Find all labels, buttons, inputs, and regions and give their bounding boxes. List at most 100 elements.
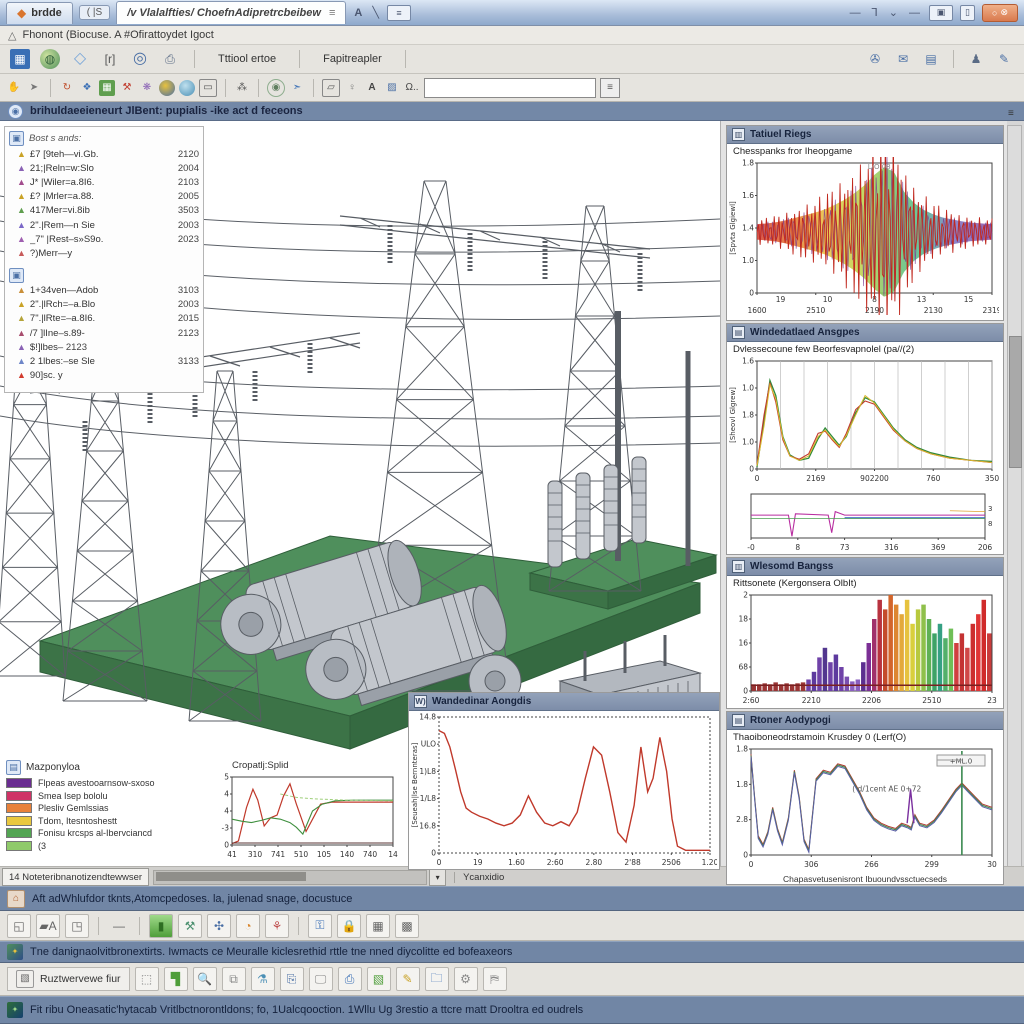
globe-icon[interactable]: ◍ bbox=[40, 49, 60, 69]
monitor-icon[interactable]: ▭ bbox=[199, 79, 217, 97]
sphere-icon[interactable] bbox=[179, 80, 195, 96]
wrench-icon[interactable]: ⚒ bbox=[178, 914, 202, 938]
edit-note-icon[interactable]: ✎ bbox=[396, 967, 420, 991]
minimize2-button[interactable]: — bbox=[907, 7, 922, 19]
map-icon[interactable]: ▧ bbox=[367, 967, 391, 991]
tree-item[interactable]: ▲ $!]lbes– 2123 bbox=[7, 340, 201, 354]
text-icon[interactable]: A bbox=[364, 80, 380, 96]
tree-item[interactable]: ▲ J* |Wiler=a.8I6. 2103 bbox=[7, 175, 201, 189]
panel-histogram-header[interactable]: ▥ Wlesomd Bangss bbox=[727, 558, 1003, 576]
tree-item[interactable]: ▲ /7 ]lIne–s.89- 2123 bbox=[7, 326, 201, 340]
minus-icon[interactable]: — bbox=[108, 915, 130, 937]
bottom-tab[interactable]: 14 Noteteribnanotizendtewwser bbox=[2, 868, 149, 886]
world-icon[interactable] bbox=[159, 80, 175, 96]
tree-group2-header[interactable]: ▣ bbox=[7, 267, 201, 284]
people-icon[interactable]: ⁂ bbox=[234, 80, 250, 96]
target-icon[interactable]: ◉ bbox=[267, 79, 285, 97]
view-mode-button[interactable]: Tttiool ertoe bbox=[209, 50, 285, 68]
tab-menu-icon[interactable]: ≡ bbox=[329, 7, 335, 19]
zoom-icon[interactable]: 🔍 bbox=[193, 967, 217, 991]
rtoner-chart[interactable]: 1.81.82.80030626629930( d/1cent AE 0+72+… bbox=[727, 743, 1003, 874]
clipboard-icon[interactable]: ⎘ bbox=[280, 967, 304, 991]
flask-icon[interactable]: ⚗ bbox=[251, 967, 275, 991]
mini-chart[interactable]: 544-304131074151010514074014 bbox=[208, 771, 408, 864]
strip-chart[interactable]: 38-0873316369206 bbox=[727, 488, 1003, 557]
tree-group1-header[interactable]: ▣ Bost s ands: bbox=[7, 130, 201, 147]
horizontal-scrollbar[interactable] bbox=[153, 870, 427, 885]
user-icon[interactable]: ♟ bbox=[966, 49, 986, 69]
wave-chart[interactable]: 1.61.01.81.0002169902200760350[Sheovl Gl… bbox=[727, 355, 1003, 488]
hscroll-thumb[interactable] bbox=[156, 872, 306, 881]
menu-items[interactable]: Fhonont (Biocuse. A #Ofirattoydet Igoct bbox=[22, 29, 213, 41]
tools-icon[interactable]: ✣ bbox=[207, 914, 231, 938]
key-icon[interactable]: ⚿ bbox=[308, 914, 332, 938]
wand-chart[interactable]: 14.8ULO1)L81/L816.800191.602:602.802'882… bbox=[409, 711, 719, 872]
new-table-icon[interactable]: ▦ bbox=[10, 49, 30, 69]
tree-item[interactable]: ▲ _7" |Rest–s»S9o. 2023 bbox=[7, 232, 201, 246]
clock-icon[interactable]: ◔ bbox=[236, 914, 260, 938]
window-restore-icon[interactable]: ◱ bbox=[7, 914, 31, 938]
search-icon[interactable]: Ω.. bbox=[404, 80, 420, 96]
panel-wave-header[interactable]: ▤ Windedatlaed Ansgpes bbox=[727, 324, 1003, 342]
cascade-icon[interactable]: ❖ bbox=[79, 80, 95, 96]
component-icon[interactable]: ❋ bbox=[139, 80, 155, 96]
restore-button[interactable]: ▣ bbox=[929, 5, 953, 21]
printer-icon[interactable]: ⎙ bbox=[160, 49, 180, 69]
collapse-button[interactable]: ⌄ bbox=[887, 6, 900, 19]
panel-rtoner-header[interactable]: ▤ Rtoner Aodypogi bbox=[727, 712, 1003, 730]
layout-icon[interactable]: ▜ bbox=[164, 967, 188, 991]
tree-item[interactable]: ▲ 2".|lRch=–a.Blo 2003 bbox=[7, 298, 201, 312]
notes-icon[interactable]: ▤ bbox=[921, 49, 941, 69]
flag-icon[interactable]: ⛿ bbox=[483, 967, 507, 991]
annotation-icon[interactable]: ▰A bbox=[36, 914, 60, 938]
mail-icon[interactable]: ✉ bbox=[893, 49, 913, 69]
app-tab[interactable]: ◆ brdde bbox=[6, 2, 73, 24]
donut-icon[interactable]: ◎ bbox=[130, 49, 150, 69]
tree-item[interactable]: ▲ 7".|lRte=–a.8I6. 2015 bbox=[7, 312, 201, 326]
tree-item[interactable]: ▲ 2".|Rem—n Sie 2003 bbox=[7, 218, 201, 232]
tab-list-icon[interactable]: ≡ bbox=[387, 5, 411, 21]
settings-icon[interactable]: ⚙ bbox=[454, 967, 478, 991]
tree-item[interactable]: ▲ 90]sc. y bbox=[7, 369, 201, 383]
select-region-icon[interactable]: ⬚ bbox=[135, 967, 159, 991]
cursor-icon[interactable]: ➤ bbox=[26, 80, 42, 96]
column-collapse-icon[interactable]: ≡ bbox=[1008, 108, 1014, 119]
combo-menu-icon[interactable]: ≡ bbox=[600, 78, 620, 98]
robot-icon[interactable]: ⚘ bbox=[265, 914, 289, 938]
measure-icon[interactable]: ⚒ bbox=[119, 80, 135, 96]
tree-item[interactable]: ▲ 21;|Reln=w:Slo 2004 bbox=[7, 161, 201, 175]
lamp-icon[interactable]: ♀ bbox=[344, 80, 360, 96]
layers-icon[interactable]: ▨ bbox=[384, 80, 400, 96]
tree-item[interactable]: ▲ £? |Mrler=a.88. 2005 bbox=[7, 190, 201, 204]
diamond-icon[interactable]: ◇ bbox=[70, 49, 90, 69]
tree-item[interactable]: ▲ 2 1lbes:–se Sle 3133 bbox=[7, 354, 201, 368]
command-input[interactable] bbox=[424, 78, 596, 98]
font-tool-icon[interactable]: A bbox=[352, 7, 364, 19]
image-icon[interactable]: ▱ bbox=[322, 79, 340, 97]
print-queue-icon[interactable]: ⎙ bbox=[338, 967, 362, 991]
tree-item[interactable]: ▲ £7 [9teh—vi.Gb. 2120 bbox=[7, 147, 201, 161]
refresh-icon[interactable]: ↻ bbox=[59, 80, 75, 96]
export-page-icon[interactable]: ◳ bbox=[65, 914, 89, 938]
tab-badge[interactable]: ( |S bbox=[79, 5, 110, 20]
minimize-button[interactable]: — bbox=[848, 7, 863, 19]
link-icon[interactable]: ✎ bbox=[994, 49, 1014, 69]
lock-icon[interactable]: 🔒 bbox=[337, 914, 361, 938]
brackets-icon[interactable]: [r] bbox=[100, 49, 120, 69]
pin-button[interactable]: Ꞁ bbox=[870, 6, 880, 19]
small-window-button[interactable]: ▯ bbox=[960, 5, 975, 21]
tree-item[interactable]: ▲ ?)Merr—y bbox=[7, 246, 201, 260]
tree-item[interactable]: ▲ 417Mer=vi.8ib 3503 bbox=[7, 204, 201, 218]
snapshot-icon[interactable]: ✇ bbox=[865, 49, 885, 69]
windows-grid-icon[interactable]: ▦ bbox=[366, 914, 390, 938]
photo-icon[interactable]: ▩ bbox=[395, 914, 419, 938]
copy-doc-icon[interactable]: ⧉ bbox=[222, 967, 246, 991]
pan-icon[interactable]: ✋ bbox=[6, 80, 22, 96]
battery-icon[interactable]: ▮ bbox=[149, 914, 173, 938]
scrollbar-thumb[interactable] bbox=[1009, 336, 1022, 468]
folder-pair-icon[interactable]: 🗀 bbox=[425, 967, 449, 991]
screen-icon[interactable]: 🖵 bbox=[309, 967, 333, 991]
mode-label-box[interactable]: ▧ Ruztwervewe fiur bbox=[7, 967, 130, 991]
panel-wand-header[interactable]: W) Wandedinar Aongdis bbox=[409, 693, 719, 711]
close-button[interactable]: ○⊗ bbox=[982, 4, 1018, 22]
